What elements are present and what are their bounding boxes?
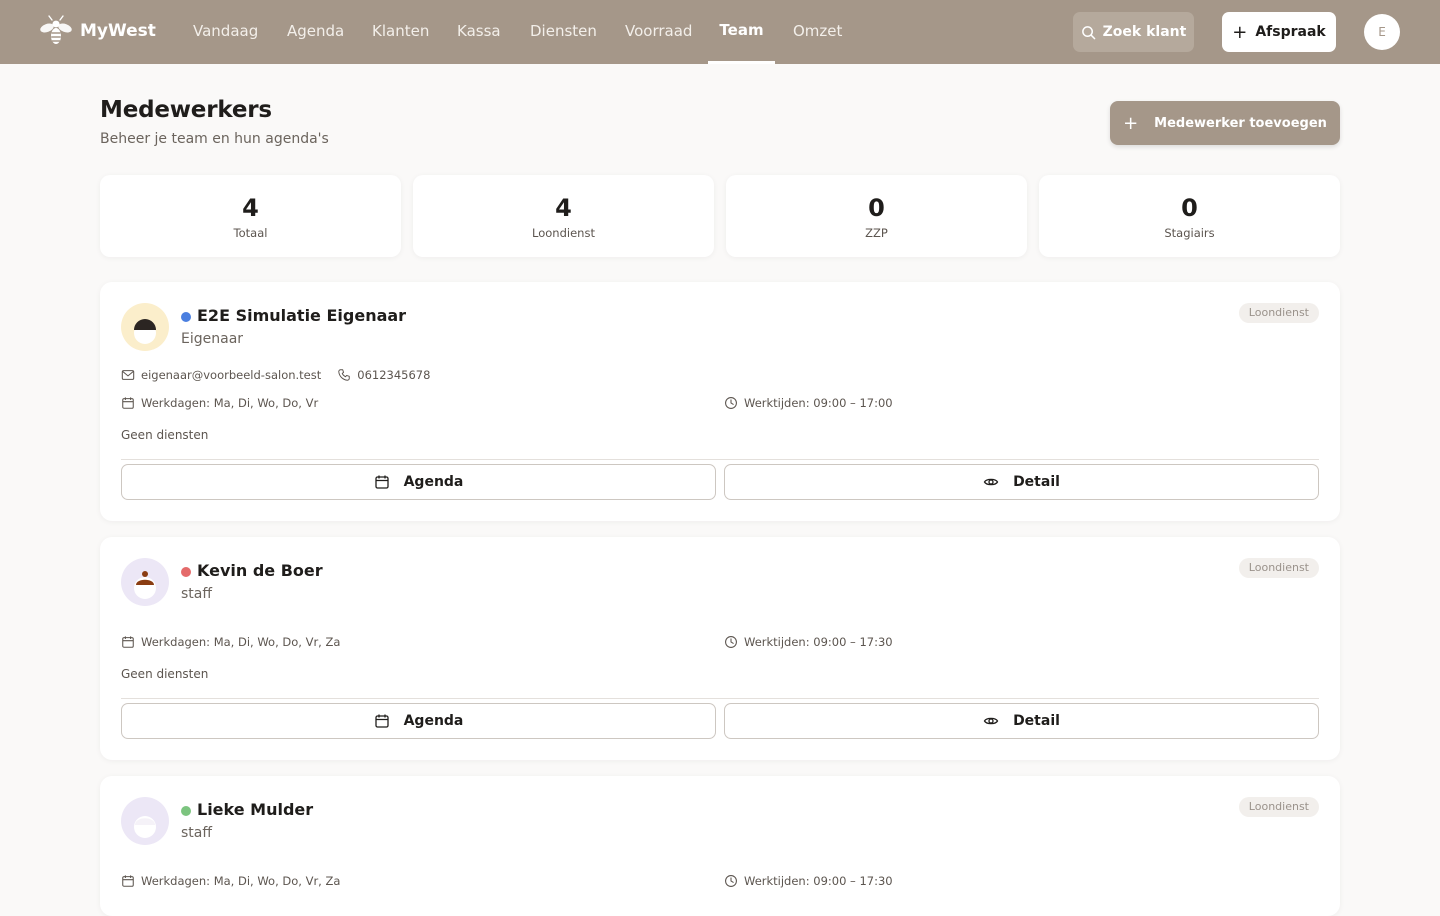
calendar-icon xyxy=(122,397,134,409)
employee-card: E2E Simulatie Eigenaar Eigenaar Loondien… xyxy=(100,282,1340,521)
stat-value: 0 xyxy=(1181,194,1198,222)
app-name: MyWest xyxy=(80,21,156,41)
workdays-row: Werkdagen: Ma, Di, Wo, Do, Vr, Za xyxy=(121,874,340,888)
stat-value: 4 xyxy=(555,194,572,222)
avatar xyxy=(121,797,169,845)
contract-badge: Loondienst xyxy=(1238,558,1319,578)
nav-voorraad[interactable]: Voorraad xyxy=(625,0,692,64)
detail-button-label: Detail xyxy=(1013,474,1060,490)
employee-name[interactable]: Lieke Mulder xyxy=(197,800,313,819)
stat-label: Totaal xyxy=(233,226,268,240)
agenda-button-label: Agenda xyxy=(403,713,464,729)
employee-role: staff xyxy=(181,586,213,602)
plus-icon: + xyxy=(1123,112,1139,134)
contract-badge: Loondienst xyxy=(1238,797,1319,817)
stat-card-interns: 0 Stagiairs xyxy=(1039,175,1340,257)
agenda-button[interactable]: Agenda xyxy=(121,464,716,500)
calendar-icon xyxy=(374,714,389,728)
person-avatar-icon xyxy=(134,319,156,344)
contact-row: eigenaar@voorbeeld-salon.test 0612345678 xyxy=(121,368,430,382)
stat-card-payroll: 4 Loondienst xyxy=(413,175,714,257)
employee-workdays: Werkdagen: Ma, Di, Wo, Do, Vr xyxy=(141,396,319,410)
new-appointment-button[interactable]: + Afspraak xyxy=(1222,12,1336,52)
calendar-icon xyxy=(122,636,134,648)
employee-hours: Werktijden: 09:00 – 17:00 xyxy=(744,396,893,410)
employee-name[interactable]: Kevin de Boer xyxy=(197,561,323,580)
employee-hours: Werktijden: 09:00 – 17:30 xyxy=(744,874,893,888)
stat-card-total: 4 Totaal xyxy=(100,175,401,257)
workdays-row: Werkdagen: Ma, Di, Wo, Do, Vr, Za xyxy=(121,635,340,649)
bee-logo-icon xyxy=(40,15,72,44)
services-text: Geen diensten xyxy=(121,428,209,442)
divider xyxy=(121,698,1319,699)
employee-card: Lieke Mulder staff Loondienst Werkdagen:… xyxy=(100,776,1340,916)
employee-phone[interactable]: 0612345678 xyxy=(357,368,430,382)
detail-button-label: Detail xyxy=(1013,713,1060,729)
workdays-row: Werkdagen: Ma, Di, Wo, Do, Vr xyxy=(121,396,318,410)
eye-icon xyxy=(983,478,999,486)
hours-row: Werktijden: 09:00 – 17:30 xyxy=(724,635,893,649)
new-appointment-label: Afspraak xyxy=(1255,24,1326,40)
status-dot xyxy=(181,567,191,577)
add-employee-label: Medewerker toevoegen xyxy=(1154,115,1327,131)
nav-diensten[interactable]: Diensten xyxy=(530,0,597,64)
search-client-label: Zoek klant xyxy=(1102,24,1187,40)
add-employee-button[interactable]: + Medewerker toevoegen xyxy=(1110,101,1340,145)
stat-label: ZZP xyxy=(865,226,888,240)
divider xyxy=(121,459,1319,460)
stat-label: Loondienst xyxy=(532,226,595,240)
stat-value: 4 xyxy=(242,194,259,222)
employee-email[interactable]: eigenaar@voorbeeld-salon.test xyxy=(141,368,321,382)
clock-icon xyxy=(725,636,737,648)
phone-icon xyxy=(338,369,350,381)
hours-row: Werktijden: 09:00 – 17:00 xyxy=(724,396,893,410)
employee-role: Eigenaar xyxy=(181,331,244,347)
person-avatar-icon xyxy=(134,816,156,838)
detail-button[interactable]: Detail xyxy=(724,464,1319,500)
user-avatar[interactable]: E xyxy=(1364,14,1400,50)
nav-team[interactable]: Team xyxy=(708,0,775,64)
hours-row: Werktijden: 09:00 – 17:30 xyxy=(724,874,893,888)
stat-label: Stagiairs xyxy=(1164,226,1215,240)
nav-klanten[interactable]: Klanten xyxy=(372,0,429,64)
services-text: Geen diensten xyxy=(121,667,209,681)
person-avatar-icon xyxy=(134,571,156,599)
employee-workdays: Werkdagen: Ma, Di, Wo, Do, Vr, Za xyxy=(141,635,341,649)
stat-value: 0 xyxy=(868,194,885,222)
nav-omzet[interactable]: Omzet xyxy=(793,0,842,64)
search-client-button[interactable]: Zoek klant xyxy=(1073,12,1194,52)
agenda-button[interactable]: Agenda xyxy=(121,703,716,739)
contract-badge: Loondienst xyxy=(1238,303,1319,323)
plus-icon: + xyxy=(1232,21,1248,43)
eye-icon xyxy=(983,717,999,725)
page-title: Medewerkers xyxy=(100,97,272,123)
calendar-icon xyxy=(122,875,134,887)
avatar xyxy=(121,558,169,606)
clock-icon xyxy=(725,875,737,887)
mail-icon xyxy=(121,370,135,380)
search-icon xyxy=(1081,25,1095,39)
top-navigation-bar: MyWest Vandaag Agenda Klanten Kassa Dien… xyxy=(0,0,1440,64)
employee-workdays: Werkdagen: Ma, Di, Wo, Do, Vr, Za xyxy=(141,874,341,888)
clock-icon xyxy=(725,397,737,409)
status-dot xyxy=(181,312,191,322)
employee-name[interactable]: E2E Simulatie Eigenaar xyxy=(197,306,406,325)
nav-kassa[interactable]: Kassa xyxy=(457,0,501,64)
status-dot xyxy=(181,806,191,816)
page-subtitle: Beheer je team en hun agenda's xyxy=(100,131,329,147)
nav-agenda[interactable]: Agenda xyxy=(287,0,344,64)
employee-hours: Werktijden: 09:00 – 17:30 xyxy=(744,635,893,649)
calendar-icon xyxy=(374,475,389,489)
avatar xyxy=(121,303,169,351)
detail-button[interactable]: Detail xyxy=(724,703,1319,739)
agenda-button-label: Agenda xyxy=(403,474,464,490)
nav-vandaag[interactable]: Vandaag xyxy=(193,0,258,64)
app-logo[interactable]: MyWest xyxy=(40,14,156,48)
employee-card: Kevin de Boer staff Loondienst Werkdagen… xyxy=(100,537,1340,760)
employee-role: staff xyxy=(181,825,213,841)
stat-card-freelance: 0 ZZP xyxy=(726,175,1027,257)
